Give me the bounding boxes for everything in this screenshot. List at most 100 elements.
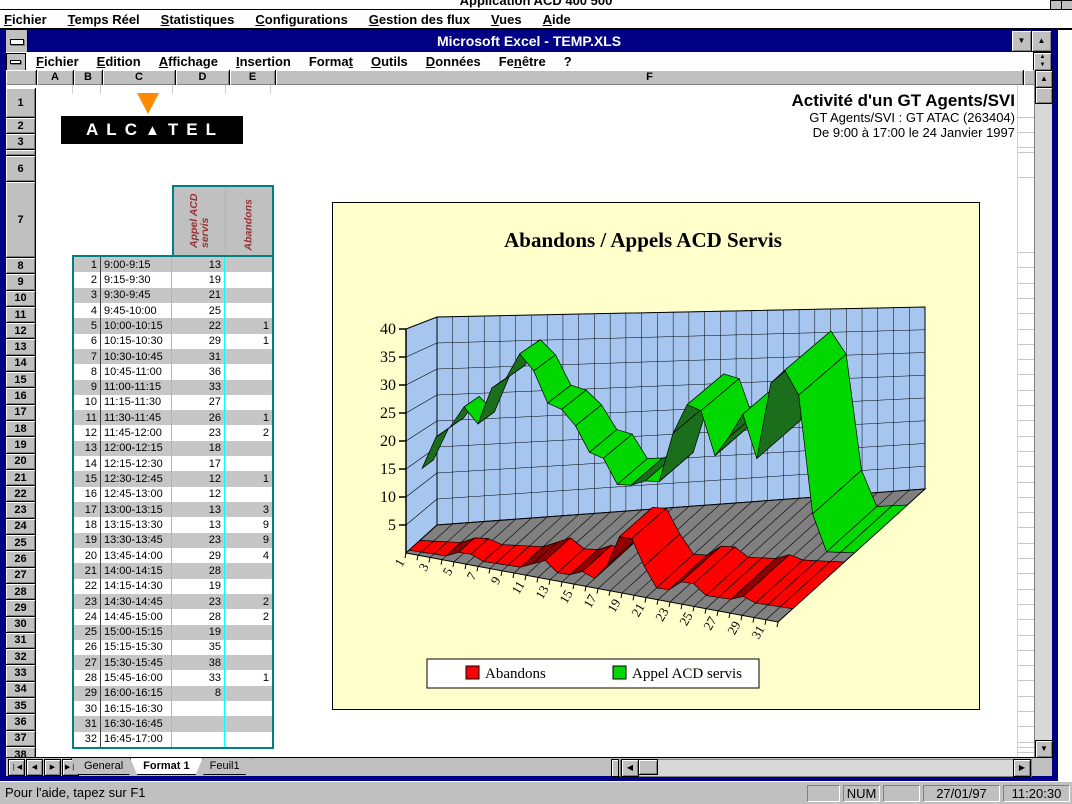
row-header-32[interactable]: 32 bbox=[6, 649, 36, 665]
row-header-12[interactable]: 12 bbox=[6, 323, 36, 339]
row-header-28[interactable]: 28 bbox=[6, 584, 36, 600]
row-header-25[interactable]: 25 bbox=[6, 535, 36, 551]
row-header-29[interactable]: 29 bbox=[6, 600, 36, 616]
row-header-8[interactable]: 8 bbox=[6, 258, 36, 274]
table-row-20[interactable]: 2013:45-14:00294 bbox=[74, 548, 272, 563]
row-header-7[interactable]: 7 bbox=[6, 182, 36, 258]
menu-item--[interactable]: ? bbox=[564, 54, 572, 69]
row-header-27[interactable]: 27 bbox=[6, 568, 36, 584]
row-header-30[interactable]: 30 bbox=[6, 617, 36, 633]
table-row-31[interactable]: 3116:30-16:45 bbox=[74, 716, 272, 731]
table-row-27[interactable]: 2715:30-15:4538 bbox=[74, 655, 272, 670]
row-header-22[interactable]: 22 bbox=[6, 486, 36, 502]
sheet-tab-feuil1[interactable]: Feuil1 bbox=[197, 758, 253, 775]
minimize-button[interactable]: ▼ bbox=[1011, 31, 1031, 51]
table-row-18[interactable]: 1813:15-13:30139 bbox=[74, 517, 272, 532]
row-header-11[interactable]: 11 bbox=[6, 307, 36, 323]
chart-object[interactable]: 5101520253035401357911131517192123252729… bbox=[332, 202, 980, 710]
table-row-9[interactable]: 911:00-11:1533 bbox=[74, 380, 272, 395]
menu-item-aide[interactable]: Aide bbox=[543, 12, 571, 27]
row-header-20[interactable]: 20 bbox=[6, 454, 36, 470]
row-header-33[interactable]: 33 bbox=[6, 665, 36, 681]
table-row-19[interactable]: 1913:30-13:45239 bbox=[74, 533, 272, 548]
table-row-21[interactable]: 2114:00-14:1528 bbox=[74, 563, 272, 578]
maximize-button[interactable]: ▲ bbox=[1031, 31, 1051, 51]
column-header-E[interactable]: E bbox=[230, 70, 276, 86]
menu-item-fichier[interactable]: Fichier bbox=[36, 54, 79, 69]
menu-item-gestion-des-flux[interactable]: Gestion des flux bbox=[369, 12, 470, 27]
table-row-15[interactable]: 1512:30-12:45121 bbox=[74, 471, 272, 486]
table-row-25[interactable]: 2515:00-15:1519 bbox=[74, 625, 272, 640]
table-row-1[interactable]: 19:00-9:1513 bbox=[74, 257, 272, 272]
column-header-B[interactable]: B bbox=[74, 70, 103, 86]
document-control-box[interactable] bbox=[6, 53, 26, 71]
table-row-28[interactable]: 2815:45-16:00331 bbox=[74, 670, 272, 685]
table-row-17[interactable]: 1713:00-13:15133 bbox=[74, 502, 272, 517]
outer-maximize-button[interactable] bbox=[1061, 0, 1072, 10]
select-all-corner[interactable] bbox=[6, 70, 37, 86]
excel-titlebar[interactable]: Microsoft Excel - TEMP.XLS ▼ ▲ bbox=[6, 30, 1052, 52]
table-row-6[interactable]: 610:15-10:30291 bbox=[74, 334, 272, 349]
row-header-10[interactable]: 10 bbox=[6, 291, 36, 307]
table-row-24[interactable]: 2414:45-15:00282 bbox=[74, 609, 272, 624]
row-header-31[interactable]: 31 bbox=[6, 633, 36, 649]
tab-split-handle[interactable] bbox=[611, 759, 619, 777]
table-row-10[interactable]: 1011:15-11:3027 bbox=[74, 395, 272, 410]
column-header-C[interactable]: C bbox=[103, 70, 176, 86]
first-sheet-button[interactable]: ❘◀ bbox=[8, 759, 25, 776]
row-header-9[interactable]: 9 bbox=[6, 274, 36, 290]
table-row-4[interactable]: 49:45-10:0025 bbox=[74, 303, 272, 318]
prev-sheet-button[interactable]: ◀ bbox=[26, 759, 43, 776]
row-header-35[interactable]: 35 bbox=[6, 698, 36, 714]
scroll-right-button[interactable]: ▶ bbox=[1013, 759, 1031, 777]
table-row-16[interactable]: 1612:45-13:0012 bbox=[74, 487, 272, 502]
table-row-5[interactable]: 510:00-10:15221 bbox=[74, 318, 272, 333]
row-header-18[interactable]: 18 bbox=[6, 421, 36, 437]
table-row-3[interactable]: 39:30-9:4521 bbox=[74, 288, 272, 303]
row-header-13[interactable]: 13 bbox=[6, 339, 36, 355]
table-row-26[interactable]: 2615:15-15:3035 bbox=[74, 640, 272, 655]
row-header-6[interactable]: 6 bbox=[6, 156, 36, 182]
table-row-8[interactable]: 810:45-11:0036 bbox=[74, 364, 272, 379]
document-restore-button[interactable]: ▲▼ bbox=[1033, 52, 1052, 71]
menu-item-outils[interactable]: Outils bbox=[371, 54, 408, 69]
row-header-34[interactable]: 34 bbox=[6, 682, 36, 698]
row-header-36[interactable]: 36 bbox=[6, 714, 36, 730]
menu-item-format[interactable]: Format bbox=[309, 54, 353, 69]
table-row-7[interactable]: 710:30-10:4531 bbox=[74, 349, 272, 364]
data-table[interactable]: 19:00-9:151329:15-9:301939:30-9:452149:4… bbox=[72, 255, 274, 749]
column-header-D[interactable]: D bbox=[176, 70, 230, 86]
table-row-32[interactable]: 3216:45-17:00 bbox=[74, 732, 272, 747]
row-header-17[interactable]: 17 bbox=[6, 405, 36, 421]
row-header-38[interactable]: 38 bbox=[6, 747, 36, 757]
sheet-tab-general[interactable]: General bbox=[71, 758, 136, 775]
row-header-21[interactable]: 21 bbox=[6, 470, 36, 486]
table-row-13[interactable]: 1312:00-12:1518 bbox=[74, 441, 272, 456]
menu-item-statistiques[interactable]: Statistiques bbox=[161, 12, 235, 27]
row-header-3[interactable]: 3 bbox=[6, 134, 36, 150]
menu-item-vues[interactable]: Vues bbox=[491, 12, 522, 27]
row-header-16[interactable]: 16 bbox=[6, 388, 36, 404]
table-row-22[interactable]: 2214:15-14:3019 bbox=[74, 579, 272, 594]
row-header-24[interactable]: 24 bbox=[6, 519, 36, 535]
scroll-up-button[interactable]: ▲ bbox=[1035, 70, 1053, 88]
table-row-30[interactable]: 3016:15-16:30 bbox=[74, 701, 272, 716]
table-row-23[interactable]: 2314:30-14:45232 bbox=[74, 594, 272, 609]
table-row-12[interactable]: 1211:45-12:00232 bbox=[74, 425, 272, 440]
row-header-37[interactable]: 37 bbox=[6, 731, 36, 747]
table-row-2[interactable]: 29:15-9:3019 bbox=[74, 272, 272, 287]
horizontal-scrollbar[interactable]: ◀ ▶ bbox=[620, 759, 1032, 777]
menu-item-donn-es[interactable]: Données bbox=[426, 54, 481, 69]
row-header-2[interactable]: 2 bbox=[6, 118, 36, 134]
table-row-11[interactable]: 1111:30-11:45261 bbox=[74, 410, 272, 425]
horizontal-scroll-thumb[interactable] bbox=[638, 759, 658, 775]
column-header-A[interactable]: A bbox=[37, 70, 74, 86]
menu-item-affichage[interactable]: Affichage bbox=[159, 54, 218, 69]
scroll-down-button[interactable]: ▼ bbox=[1035, 740, 1053, 758]
vertical-scroll-thumb[interactable] bbox=[1035, 87, 1053, 104]
vertical-scrollbar[interactable]: ▲ ▼ bbox=[1034, 70, 1052, 757]
row-header-14[interactable]: 14 bbox=[6, 356, 36, 372]
row-header-1[interactable]: 1 bbox=[6, 88, 36, 118]
column-header-F[interactable]: F bbox=[276, 70, 1024, 86]
menu-item-configurations[interactable]: Configurations bbox=[255, 12, 347, 27]
